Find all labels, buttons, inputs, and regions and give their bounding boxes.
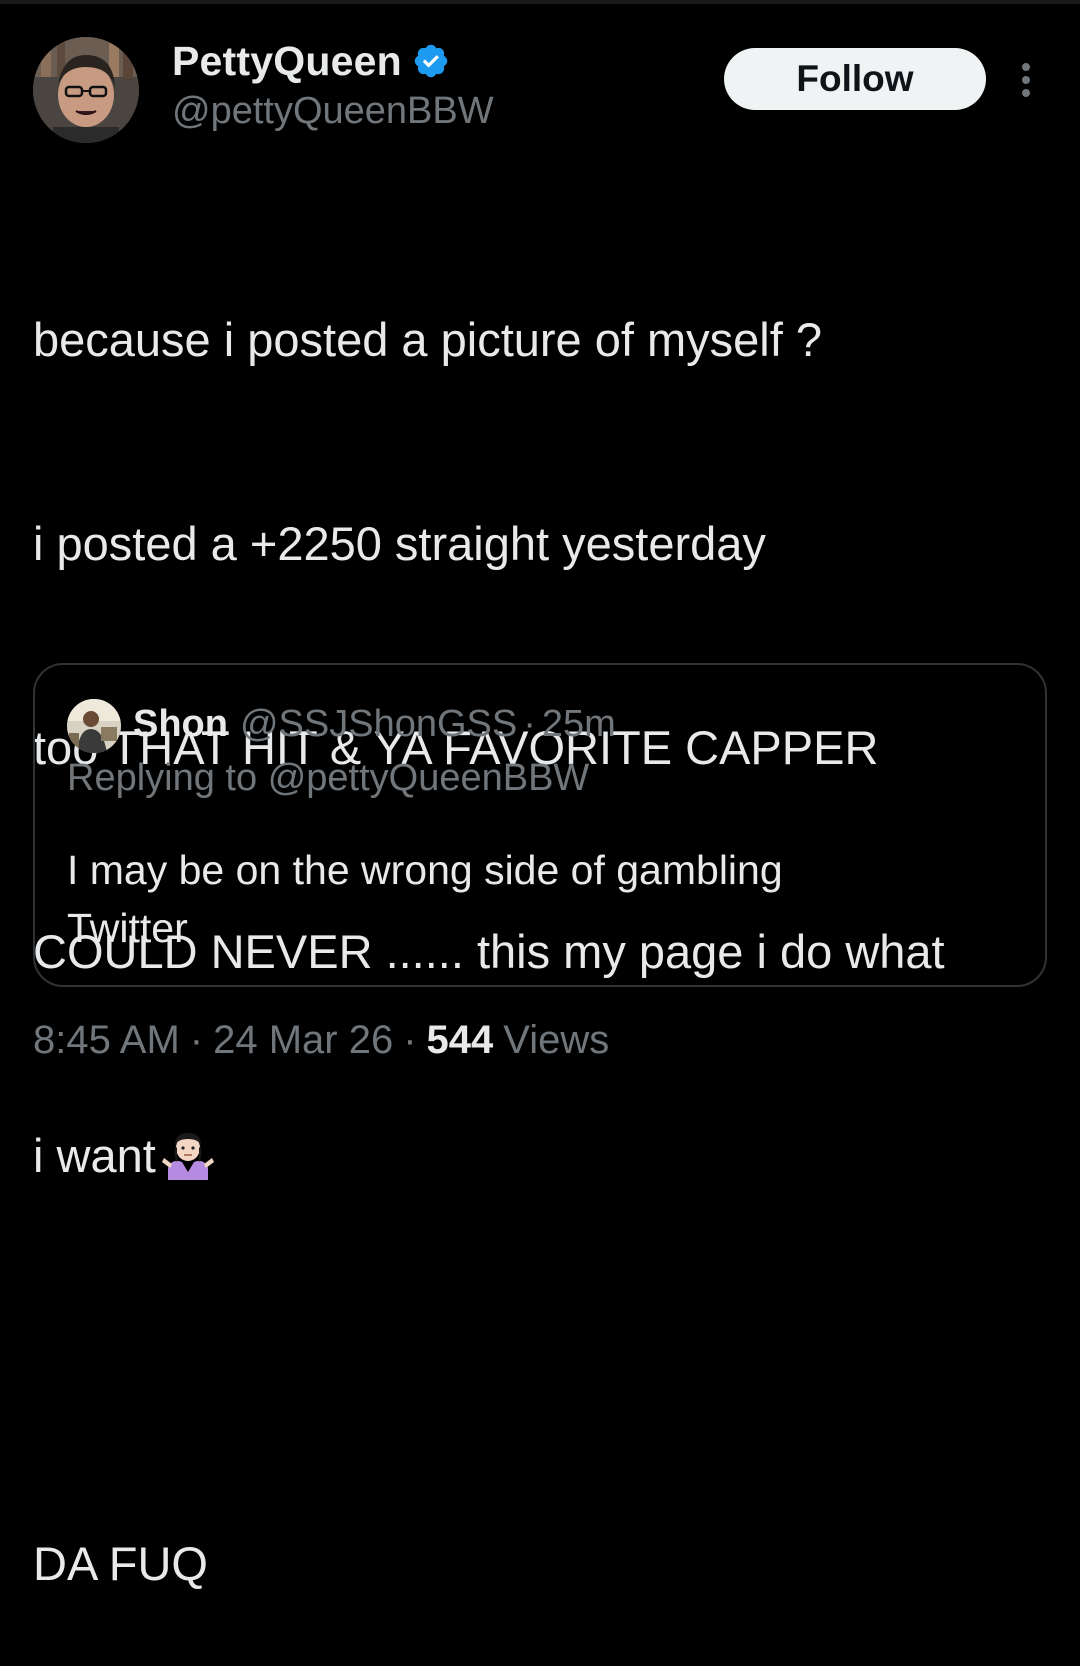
tweet-line: i want xyxy=(33,1129,156,1182)
quoted-tweet-header: Shon @SSJShonGSS · 25m xyxy=(133,695,616,753)
quoted-tweet-card[interactable]: Shon @SSJShonGSS · 25m Replying to @pett… xyxy=(33,663,1047,987)
author-display-name[interactable]: PettyQueen xyxy=(172,38,402,85)
separator-dot: · xyxy=(189,1017,204,1062)
quoted-author-handle[interactable]: @SSJShonGSS xyxy=(240,703,517,746)
quoted-tweet-time[interactable]: 25m xyxy=(542,703,616,746)
quoted-tweet-text: I may be on the wrong side of gambling T… xyxy=(67,841,1007,957)
quoted-author-avatar[interactable] xyxy=(67,699,121,753)
profile-photo-icon xyxy=(33,37,139,143)
verified-badge-icon[interactable] xyxy=(412,42,450,80)
separator-dot: · xyxy=(403,1017,417,1062)
author-avatar[interactable] xyxy=(33,37,139,143)
views-count: 544 xyxy=(426,1017,494,1062)
top-divider xyxy=(0,0,1080,4)
replying-mention[interactable]: @pettyQueenBBW xyxy=(268,757,590,799)
replying-to: Replying to @pettyQueenBBW xyxy=(67,757,589,800)
tweet-line xyxy=(33,1326,1043,1394)
author-handle[interactable]: @pettyQueenBBW xyxy=(172,90,494,133)
tweet-line-with-emoji: i want xyxy=(33,1122,1043,1190)
tweet-line: because i posted a picture of myself ? xyxy=(33,313,822,366)
tweet-line: DA FUQ xyxy=(33,1537,208,1590)
more-vertical-icon[interactable] xyxy=(1008,60,1044,100)
views-label: Views xyxy=(503,1017,610,1062)
quoted-author-name[interactable]: Shon xyxy=(133,703,228,746)
quoted-tweet-line: I may be on the wrong side of gambling xyxy=(67,847,783,893)
quoted-tweet-line: Twitter xyxy=(67,905,188,951)
author-name-row[interactable]: PettyQueen xyxy=(172,34,450,88)
person-shrugging-emoji-icon xyxy=(161,1128,214,1180)
tweet-time[interactable]: 8:45 AM xyxy=(33,1018,180,1063)
separator-dot: · xyxy=(523,702,536,745)
follow-button[interactable]: Follow xyxy=(724,48,986,110)
tweet-date[interactable]: 24 Mar 26 xyxy=(213,1018,393,1063)
tweet-line: i posted a +2250 straight yesterday xyxy=(33,517,766,570)
tweet-meta: 8:45 AM · 24 Mar 26 · 544 Views xyxy=(33,1012,609,1068)
profile-photo-icon xyxy=(67,699,121,753)
replying-prefix: Replying to xyxy=(67,757,258,799)
